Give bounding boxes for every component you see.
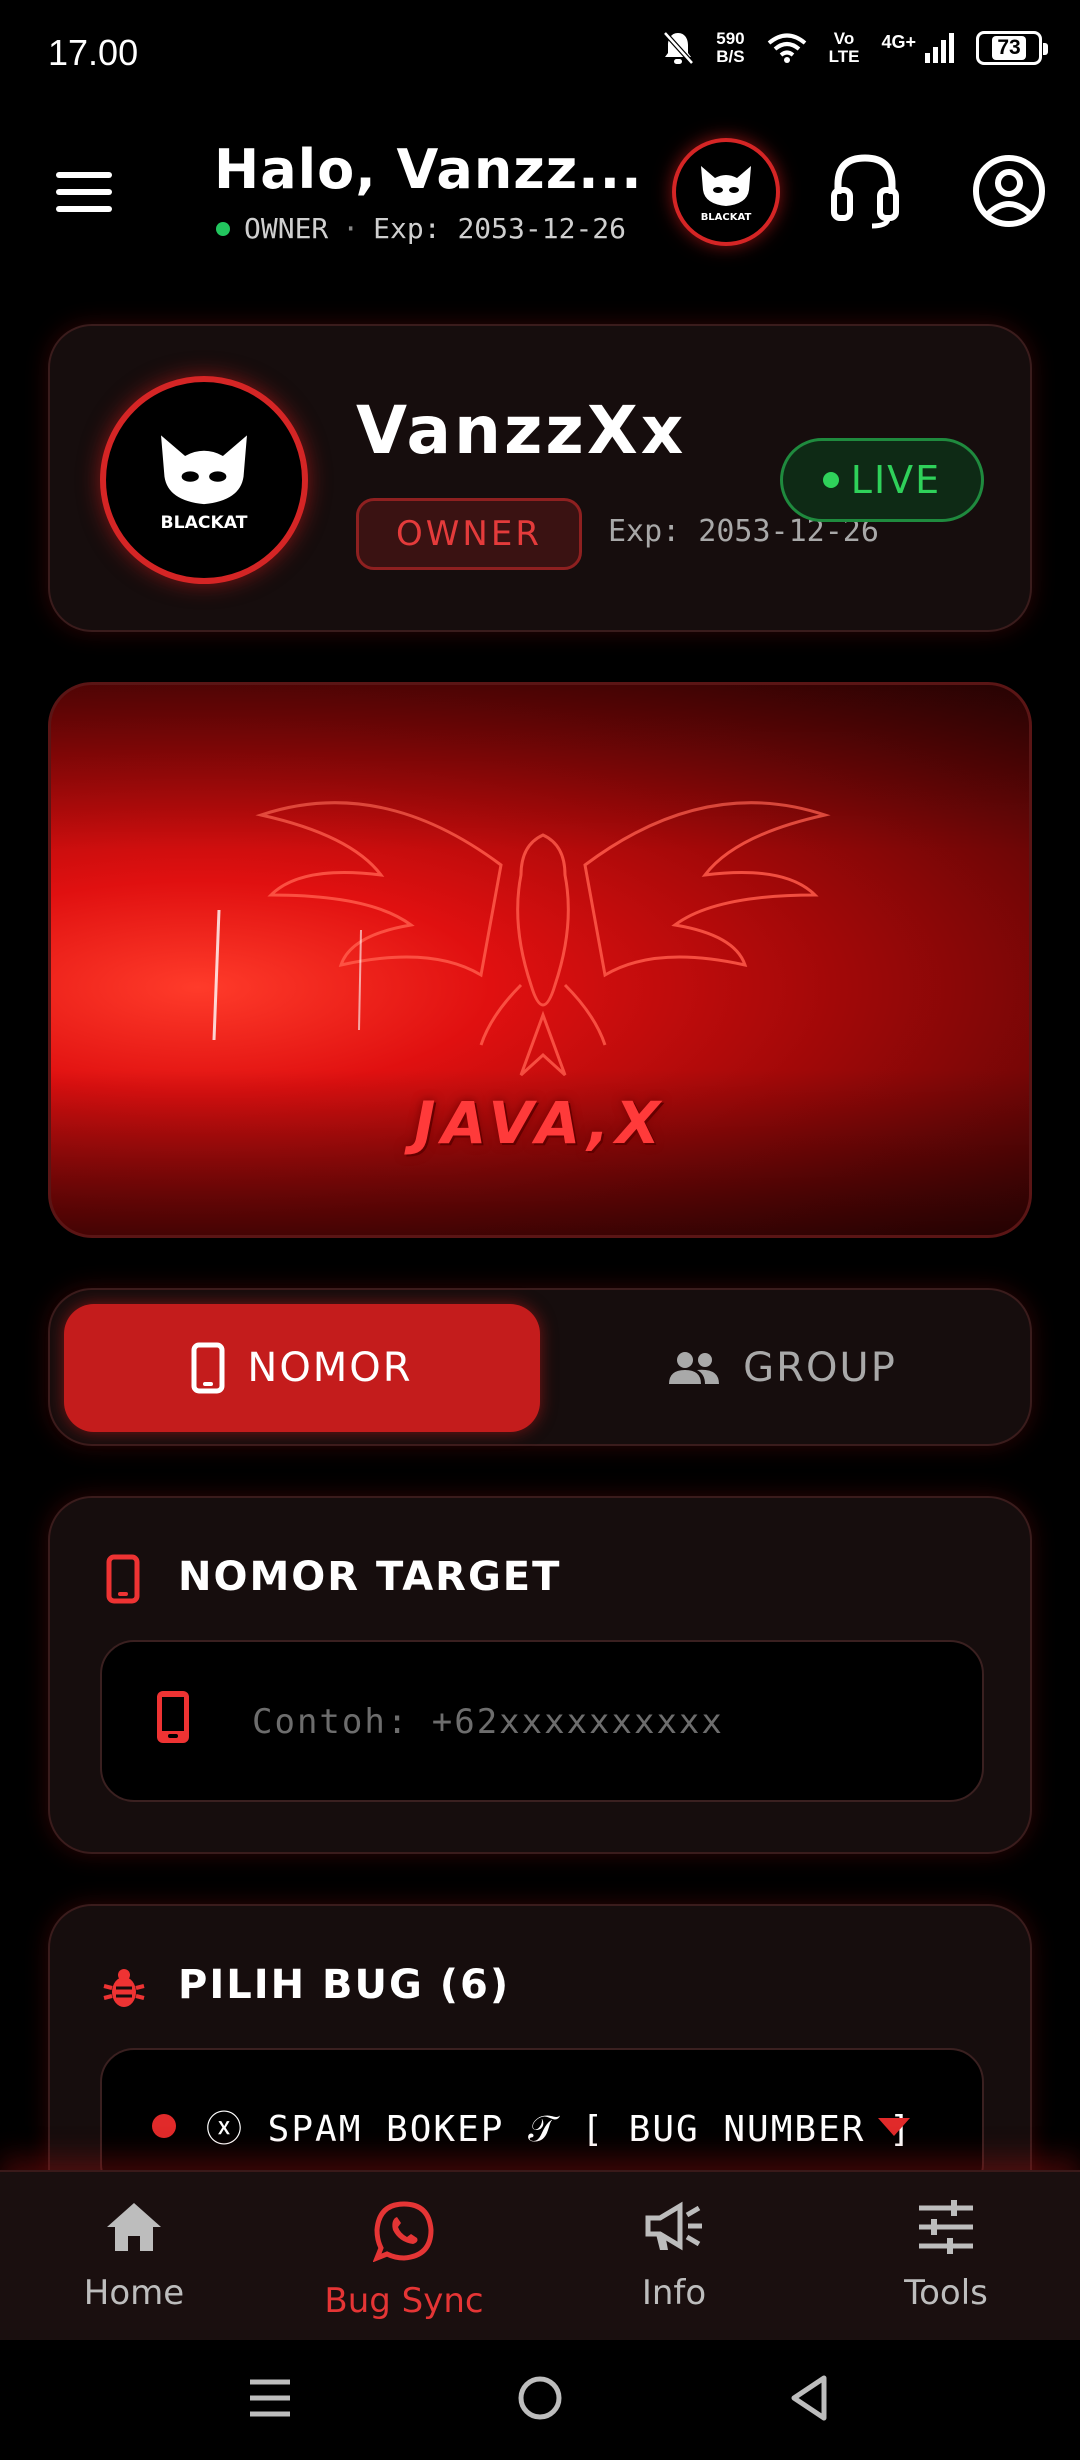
bug-title: PILIH BUG (6) bbox=[178, 1962, 511, 2008]
profile-card: BLACKAT VanzzXx OWNER Exp: 2053-12-26 LI… bbox=[48, 324, 1032, 632]
menu-icon[interactable] bbox=[56, 172, 112, 212]
battery-icon: 73 bbox=[976, 31, 1048, 65]
nav-tools[interactable]: Tools bbox=[846, 2200, 1046, 2313]
banner-title: JAVA,X bbox=[413, 1089, 667, 1157]
bottom-nav: Home Bug Sync Info Tools bbox=[0, 2170, 1080, 2340]
home-button-icon[interactable] bbox=[516, 2374, 564, 2422]
mode-tabs: NOMOR GROUP bbox=[48, 1288, 1032, 1446]
bug-icon bbox=[103, 1969, 145, 2007]
net-speed-unit: B/S bbox=[716, 47, 745, 66]
network-type: 4G+ bbox=[881, 31, 916, 52]
sliders-icon bbox=[919, 2200, 973, 2254]
volte-indicator: Vo LTE bbox=[829, 30, 860, 66]
selected-dot-icon bbox=[152, 2114, 176, 2138]
status-bar: 17.00 590 B/S Vo LTE 4G+ 73 bbox=[0, 0, 1080, 110]
live-label: LIVE bbox=[850, 458, 942, 502]
greeting-subtitle: OWNER · Exp: 2053-12-26 bbox=[216, 212, 626, 245]
bell-off-icon bbox=[663, 31, 695, 65]
role-badge: OWNER bbox=[356, 498, 582, 570]
target-title: NOMOR TARGET bbox=[178, 1554, 562, 1600]
nav-info-label: Info bbox=[641, 2273, 707, 2313]
hero-banner: JAVA,X bbox=[48, 682, 1032, 1238]
avatar-logo-text: BLACKAT bbox=[161, 513, 248, 533]
volte-top: Vo bbox=[833, 29, 855, 48]
status-time: 17.00 bbox=[48, 32, 139, 73]
header-separator: · bbox=[342, 212, 360, 245]
tab-group-label: GROUP bbox=[743, 1345, 897, 1391]
header-expiry: Exp: 2053-12-26 bbox=[373, 212, 627, 245]
profile-icon[interactable] bbox=[972, 154, 1046, 228]
signal-icon bbox=[925, 33, 954, 63]
nav-bug-sync-label: Bug Sync bbox=[324, 2281, 484, 2321]
net-speed: 590 B/S bbox=[716, 30, 744, 66]
recents-icon[interactable] bbox=[248, 2376, 292, 2420]
battery-level: 73 bbox=[992, 36, 1026, 60]
nav-tools-label: Tools bbox=[904, 2273, 988, 2313]
target-number-input[interactable]: Contoh: +62xxxxxxxxxx bbox=[100, 1640, 984, 1802]
status-icons: 590 B/S Vo LTE 4G+ 73 bbox=[662, 30, 1048, 66]
nav-home[interactable]: Home bbox=[34, 2200, 234, 2313]
avatar[interactable]: BLACKAT bbox=[100, 376, 308, 584]
header-role: OWNER bbox=[244, 212, 329, 245]
volte-bottom: LTE bbox=[828, 47, 860, 66]
nav-info[interactable]: Info bbox=[574, 2200, 774, 2313]
target-number-card: NOMOR TARGET Contoh: +62xxxxxxxxxx bbox=[48, 1496, 1032, 1854]
target-placeholder: Contoh: +62xxxxxxxxxx bbox=[252, 1702, 724, 1742]
phone-icon bbox=[157, 1691, 189, 1743]
phone-icon bbox=[191, 1342, 225, 1394]
megaphone-icon bbox=[645, 2201, 702, 2251]
wifi-icon bbox=[767, 33, 806, 63]
greeting-title: Halo, Vanzz... bbox=[214, 138, 643, 201]
net-speed-value: 590 bbox=[716, 29, 745, 48]
live-status-badge: LIVE bbox=[780, 438, 984, 522]
back-icon[interactable] bbox=[788, 2374, 832, 2422]
app-header: Halo, Vanzz... OWNER · Exp: 2053-12-26 B… bbox=[0, 120, 1080, 270]
nav-home-label: Home bbox=[83, 2273, 185, 2313]
group-icon bbox=[669, 1352, 720, 1384]
nav-bug-sync[interactable]: Bug Sync bbox=[304, 2200, 504, 2321]
headset-icon[interactable] bbox=[830, 150, 900, 230]
tab-nomor-label: NOMOR bbox=[247, 1345, 413, 1391]
whatsapp-icon bbox=[372, 2201, 434, 2263]
chevron-down-icon bbox=[878, 2118, 910, 2136]
online-dot-icon bbox=[216, 221, 230, 236]
live-dot-icon bbox=[822, 472, 839, 488]
phone-icon bbox=[106, 1554, 140, 1604]
home-icon bbox=[107, 2203, 161, 2251]
tab-group[interactable]: GROUP bbox=[544, 1304, 1020, 1432]
header-logo-text: BLACKAT bbox=[701, 212, 752, 223]
bug-selected-value: ⓧ SPAM BOKEP 𝒯 [ BUG NUMBER ] bbox=[206, 2109, 913, 2150]
cat-logo-icon: BLACKAT bbox=[161, 435, 248, 533]
cat-logo-icon: BLACKAT bbox=[701, 166, 752, 223]
tab-nomor[interactable]: NOMOR bbox=[64, 1304, 540, 1432]
profile-name: VanzzXx bbox=[356, 392, 687, 469]
system-nav-bar bbox=[0, 2340, 1080, 2460]
brand-logo-button[interactable]: BLACKAT bbox=[672, 138, 780, 246]
